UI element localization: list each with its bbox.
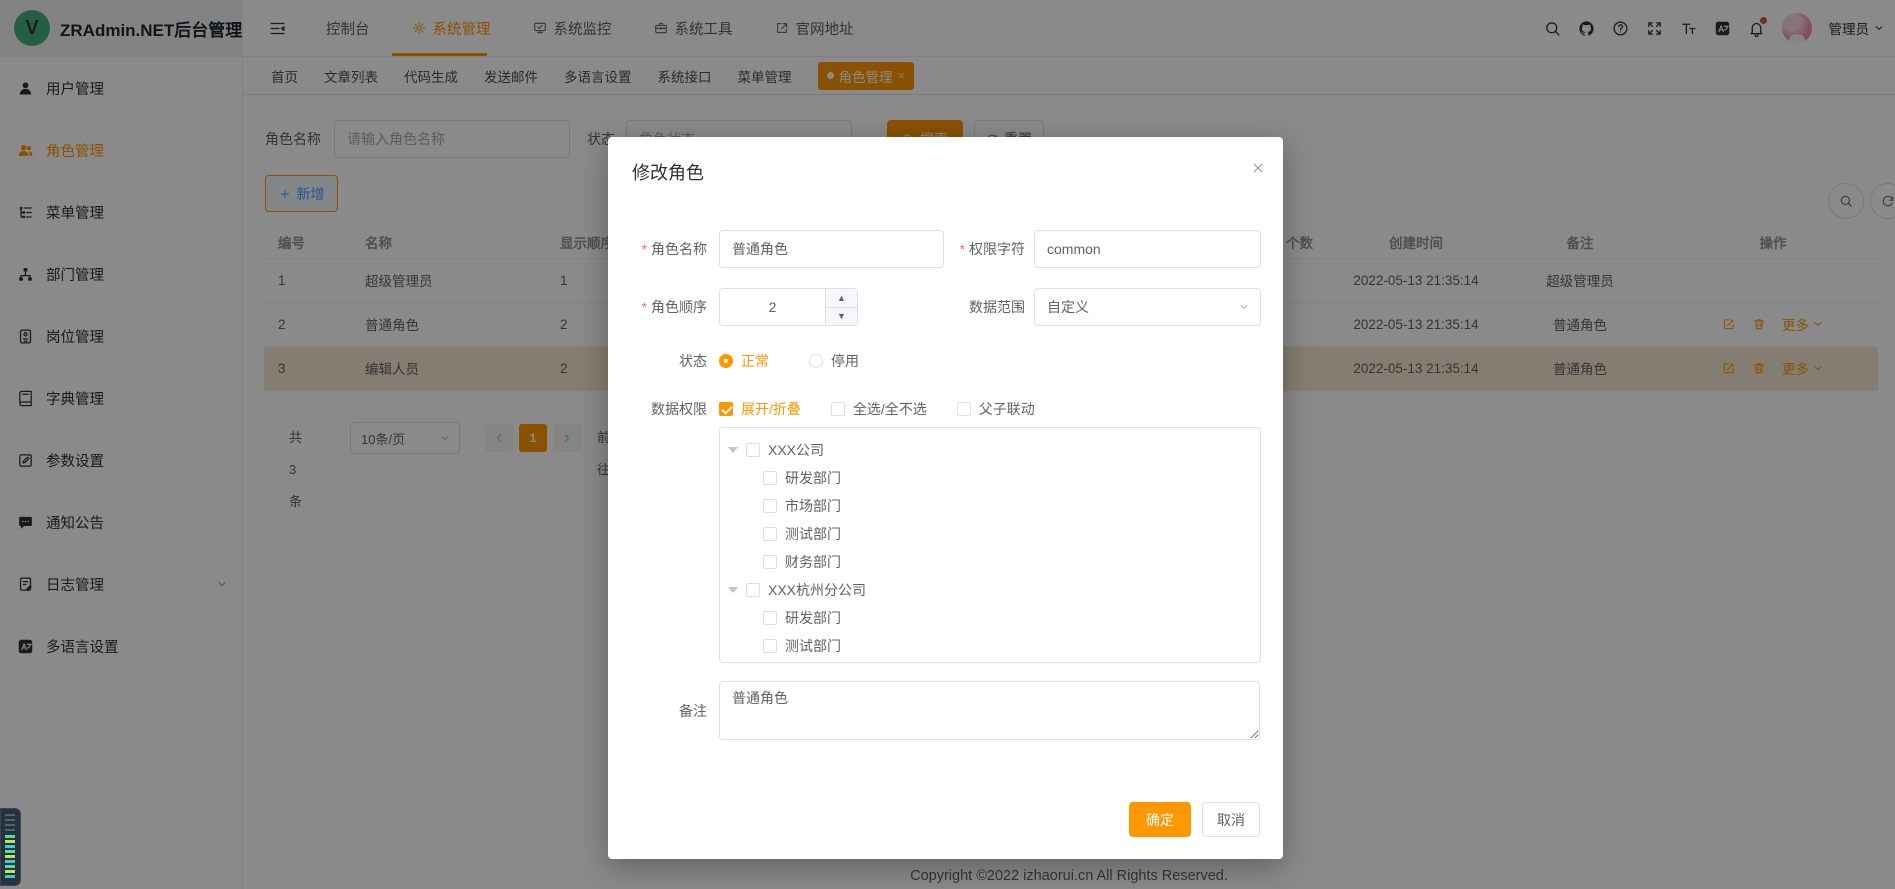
role-order-value[interactable]: 2 xyxy=(720,289,825,325)
tree-node[interactable]: 测试部门 xyxy=(720,520,1260,548)
remark-textarea[interactable]: 普通角色 xyxy=(719,681,1260,740)
tree-node[interactable]: 市场部门 xyxy=(720,492,1260,520)
role-order-stepper: 2 ▲ ▼ xyxy=(719,288,858,326)
remark-label: 备注 xyxy=(608,692,707,730)
tree-node[interactable]: 财务部门 xyxy=(720,548,1260,576)
checkbox-box xyxy=(719,402,733,416)
checkbox-box xyxy=(957,402,971,416)
data-perm-options: 展开/折叠 全选/全不选 父子联动 xyxy=(719,399,1035,419)
checkbox-expand-collapse[interactable]: 展开/折叠 xyxy=(719,399,801,419)
radio-dot xyxy=(719,354,733,368)
stepper-up-button[interactable]: ▲ xyxy=(826,289,857,308)
edit-role-dialog: 修改角色 角色名称 权限字符 角色顺序 2 ▲ ▼ 数据范围 自定义 状态 正常… xyxy=(608,137,1283,859)
tree-node[interactable]: 研发部门 xyxy=(720,464,1260,492)
tree-expand-icon[interactable] xyxy=(728,447,738,453)
checkbox-parent-child-link[interactable]: 父子联动 xyxy=(957,399,1035,419)
tree-checkbox[interactable] xyxy=(746,443,760,457)
meter-bars xyxy=(5,814,15,832)
meter-bars xyxy=(5,835,15,880)
data-scope-select[interactable]: 自定义 xyxy=(1034,288,1261,326)
checkbox-box xyxy=(831,402,845,416)
tree-checkbox[interactable] xyxy=(763,555,777,569)
dialog-title: 修改角色 xyxy=(632,159,704,185)
tree-checkbox[interactable] xyxy=(763,499,777,513)
tree-checkbox[interactable] xyxy=(763,639,777,653)
tree-checkbox[interactable] xyxy=(763,527,777,541)
department-tree: XXX公司 研发部门 市场部门 测试部门 财务部门 XXX杭州分公司 研发部门 … xyxy=(719,427,1261,663)
stepper-down-button[interactable]: ▼ xyxy=(826,308,857,326)
cancel-button[interactable]: 取消 xyxy=(1202,802,1260,837)
role-key-label: 权限字符 xyxy=(908,230,1025,268)
tree-node[interactable]: 研发部门 xyxy=(720,604,1260,632)
tree-node[interactable]: 测试部门 xyxy=(720,632,1260,660)
tree-checkbox[interactable] xyxy=(763,611,777,625)
status-label: 状态 xyxy=(608,342,707,380)
tree-node[interactable]: XXX公司 xyxy=(720,436,1260,464)
role-order-label: 角色顺序 xyxy=(608,288,707,326)
tree-checkbox[interactable] xyxy=(746,583,760,597)
role-name-label: 角色名称 xyxy=(608,230,707,268)
dialog-close-icon[interactable] xyxy=(1251,161,1265,175)
radio-normal[interactable]: 正常 xyxy=(719,351,769,371)
chevron-down-icon xyxy=(1238,301,1250,313)
tree-expand-icon[interactable] xyxy=(728,587,738,593)
data-perm-label: 数据权限 xyxy=(608,390,707,428)
role-key-input[interactable] xyxy=(1034,230,1261,268)
tree-checkbox[interactable] xyxy=(763,471,777,485)
status-radio-group: 正常 停用 xyxy=(719,351,859,371)
corner-meter-widget[interactable] xyxy=(0,808,21,886)
confirm-button[interactable]: 确定 xyxy=(1129,802,1191,837)
radio-disabled[interactable]: 停用 xyxy=(809,351,859,371)
tree-node[interactable]: XXX杭州分公司 xyxy=(720,576,1260,604)
checkbox-select-all[interactable]: 全选/全不选 xyxy=(831,399,927,419)
radio-dot xyxy=(809,354,823,368)
data-scope-label: 数据范围 xyxy=(908,288,1025,326)
